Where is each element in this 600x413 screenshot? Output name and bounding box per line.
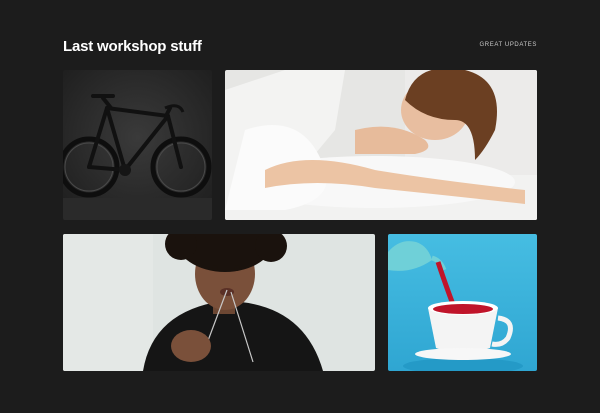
- gallery-image-bicycle[interactable]: [63, 70, 212, 220]
- bicycle-photo: [63, 70, 212, 220]
- pillow-photo: [225, 70, 537, 220]
- gallery-image-pillow[interactable]: [225, 70, 537, 220]
- great-updates-link[interactable]: GREAT UPDATES: [480, 42, 537, 48]
- section-title: Last workshop stuff: [63, 38, 202, 55]
- tea-photo: [388, 234, 537, 371]
- gallery-image-tea[interactable]: [388, 234, 537, 371]
- portrait-photo: [63, 234, 375, 371]
- gallery-image-portrait[interactable]: [63, 234, 375, 371]
